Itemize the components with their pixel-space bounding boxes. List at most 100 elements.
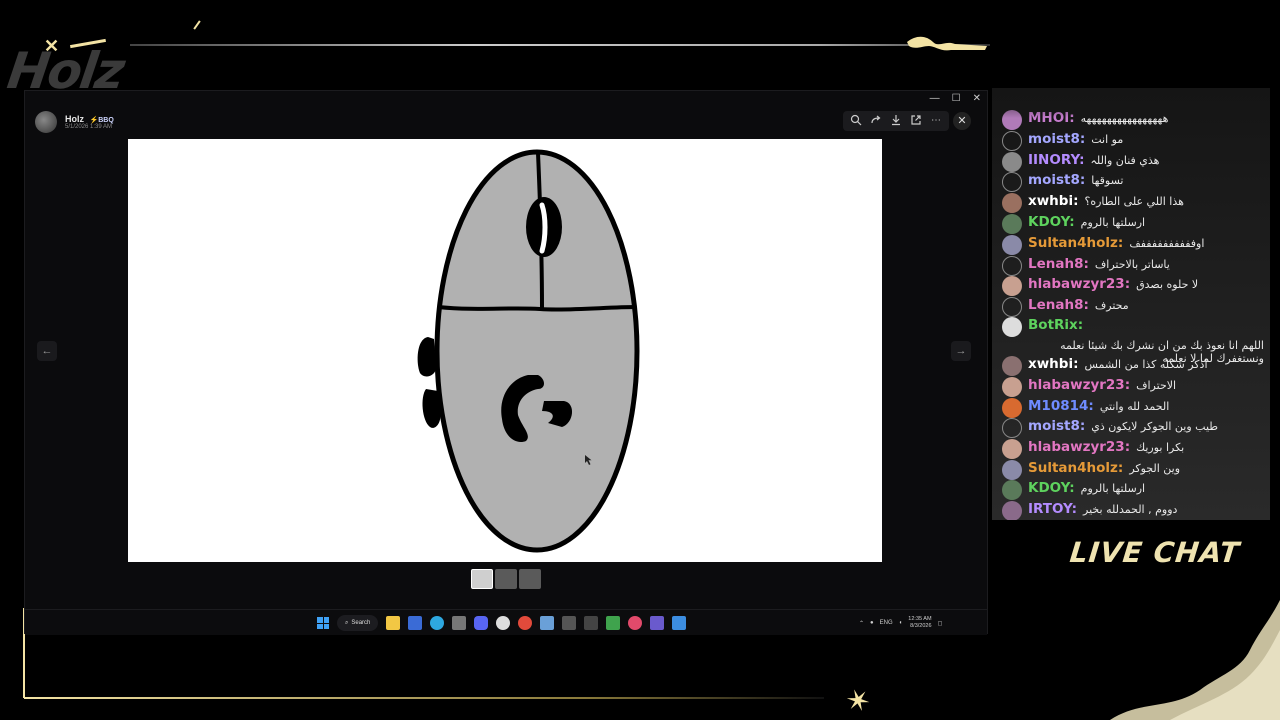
chat-avatar[interactable] xyxy=(1002,110,1022,130)
chat-text: ياساتر بالاحتراف xyxy=(1094,258,1170,271)
brush-corner-decoration xyxy=(1110,600,1280,720)
chat-username[interactable]: Sultan4holz: xyxy=(1028,235,1123,251)
chat-avatar[interactable] xyxy=(1002,276,1022,296)
chat-line: IINORY: هذي فنان واللہ xyxy=(1028,152,1159,168)
star-decoration-icon: ✶ xyxy=(841,681,877,720)
chat-username[interactable]: hlabawzyr23: xyxy=(1028,276,1130,292)
chat-avatar[interactable] xyxy=(1002,131,1022,151)
chat-username[interactable]: moist8: xyxy=(1028,418,1085,434)
chat-username[interactable]: Lenah8: xyxy=(1028,256,1089,272)
chat-avatar[interactable] xyxy=(1002,172,1022,192)
chat-avatar[interactable] xyxy=(1002,501,1022,520)
chat-username[interactable]: hlabawzyr23: xyxy=(1028,377,1130,393)
chat-avatar[interactable] xyxy=(1002,235,1022,255)
chat-line: hlabawzyr23: لا حلوه بصدق xyxy=(1028,276,1198,292)
chat-line: moist8: طيب وين الجوكر لايكون ذي xyxy=(1028,418,1218,434)
close-window-button[interactable]: ✕ xyxy=(973,93,981,104)
steam-icon[interactable] xyxy=(540,616,555,630)
chat-line: IRTOY: دووم , الحمدلله بخير xyxy=(1028,501,1177,517)
chrome-icon[interactable] xyxy=(518,616,533,630)
chat-username[interactable]: hlabawzyr23: xyxy=(1028,439,1130,455)
chat-avatar[interactable] xyxy=(1002,317,1022,337)
calendar-icon[interactable] xyxy=(562,616,577,630)
chat-message: xwhbi: هذا اللي على الطاره؟ xyxy=(1002,193,1264,213)
language-indicator[interactable]: ENG xyxy=(880,620,893,626)
chat-username[interactable]: M10814: xyxy=(1028,398,1094,414)
chat-avatar[interactable] xyxy=(1002,480,1022,500)
chat-message: moist8: طيب وين الجوكر لايكون ذي xyxy=(1002,418,1264,438)
clock-date: 8/3/2026 xyxy=(910,623,932,629)
maximize-button[interactable]: ☐ xyxy=(952,93,961,104)
chat-avatar[interactable] xyxy=(1002,418,1022,438)
chat-text: لا حلوه بصدق xyxy=(1136,278,1199,291)
chat-username[interactable]: xwhbi: xyxy=(1028,356,1078,372)
author-line: Holz ⚡BBQ xyxy=(65,114,114,124)
chat-username[interactable]: moist8: xyxy=(1028,172,1085,188)
windows-taskbar: ⌕ Search ⌃ ● ENG ◖ 12:35 AM 8/3/2026 ◻ xyxy=(25,609,987,635)
terminal-icon[interactable] xyxy=(584,616,599,630)
image-canvas xyxy=(128,139,882,562)
zoom-in-icon[interactable] xyxy=(849,114,863,128)
more-icon[interactable]: ⋯ xyxy=(929,114,943,128)
chat-avatar[interactable] xyxy=(1002,460,1022,480)
chat-line: Sultan4holz: وين الجوكر xyxy=(1028,460,1180,476)
chat-avatar[interactable] xyxy=(1002,356,1022,376)
chat-username[interactable]: moist8: xyxy=(1028,131,1085,147)
chat-avatar[interactable] xyxy=(1002,193,1022,213)
thumbnail-1[interactable] xyxy=(471,569,493,589)
notification-icon[interactable]: ◻ xyxy=(938,620,943,627)
thumbnail-3[interactable] xyxy=(519,569,541,589)
chevron-up-icon[interactable]: ⌃ xyxy=(859,620,864,627)
download-icon[interactable] xyxy=(889,114,903,128)
author-name[interactable]: Holz xyxy=(65,114,84,124)
chat-text: مو انت xyxy=(1091,133,1124,146)
app-green-icon[interactable] xyxy=(606,616,621,630)
chat-avatar[interactable] xyxy=(1002,256,1022,276)
windows-start-icon[interactable] xyxy=(317,617,329,629)
forward-icon[interactable] xyxy=(869,114,883,128)
chat-line: KDOY: ارسلتها بالروم xyxy=(1028,480,1145,496)
chat-avatar[interactable] xyxy=(1002,297,1022,317)
chat-avatar[interactable] xyxy=(1002,152,1022,172)
chat-username[interactable]: Sultan4holz: xyxy=(1028,460,1123,476)
microphone-icon[interactable]: ● xyxy=(870,620,874,626)
chat-text: اوففففففففففف xyxy=(1129,237,1205,250)
thumbnail-2[interactable] xyxy=(495,569,517,589)
close-viewer-button[interactable]: ✕ xyxy=(953,112,971,130)
app-purple-icon[interactable] xyxy=(650,616,665,630)
avatar[interactable] xyxy=(35,111,57,133)
next-image-button[interactable]: → xyxy=(951,341,971,361)
store-icon[interactable] xyxy=(408,616,423,630)
chat-username[interactable]: xwhbi: xyxy=(1028,193,1078,209)
external-link-icon[interactable] xyxy=(909,114,923,128)
chat-username[interactable]: BotRix: xyxy=(1028,317,1083,333)
app-blue-icon[interactable] xyxy=(672,616,687,630)
file-explorer-icon[interactable] xyxy=(386,616,401,630)
app-icon[interactable] xyxy=(452,616,467,630)
chat-message: hlabawzyr23: لا حلوه بصدق xyxy=(1002,276,1264,296)
minimize-button[interactable]: — xyxy=(930,93,940,104)
chat-message: hlabawzyr23: بكرا بوريك xyxy=(1002,439,1264,459)
chat-avatar[interactable] xyxy=(1002,214,1022,234)
obs-icon[interactable] xyxy=(496,616,511,630)
volume-icon[interactable]: ◖ xyxy=(899,620,903,626)
chat-username[interactable]: MHOI: xyxy=(1028,110,1075,126)
app-red-icon[interactable] xyxy=(628,616,643,630)
chat-message: KDOY: ارسلتها بالروم xyxy=(1002,480,1264,500)
chat-avatar[interactable] xyxy=(1002,377,1022,397)
clock[interactable]: 12:35 AM 8/3/2026 xyxy=(908,616,931,630)
chat-avatar[interactable] xyxy=(1002,439,1022,459)
chat-avatar[interactable] xyxy=(1002,398,1022,418)
chat-username[interactable]: IRTOY: xyxy=(1028,501,1077,517)
thumbnail-strip xyxy=(471,569,541,589)
chat-username[interactable]: IINORY: xyxy=(1028,152,1084,168)
chat-username[interactable]: KDOY: xyxy=(1028,480,1075,496)
window-controls: — ☐ ✕ xyxy=(930,93,981,104)
previous-image-button[interactable]: ← xyxy=(37,341,57,361)
discord-icon[interactable] xyxy=(474,616,489,630)
mouse-drawing xyxy=(417,149,640,553)
edge-icon[interactable] xyxy=(430,616,445,630)
chat-username[interactable]: KDOY: xyxy=(1028,214,1075,230)
chat-username[interactable]: Lenah8: xyxy=(1028,297,1089,313)
taskbar-search[interactable]: ⌕ Search xyxy=(337,615,379,631)
